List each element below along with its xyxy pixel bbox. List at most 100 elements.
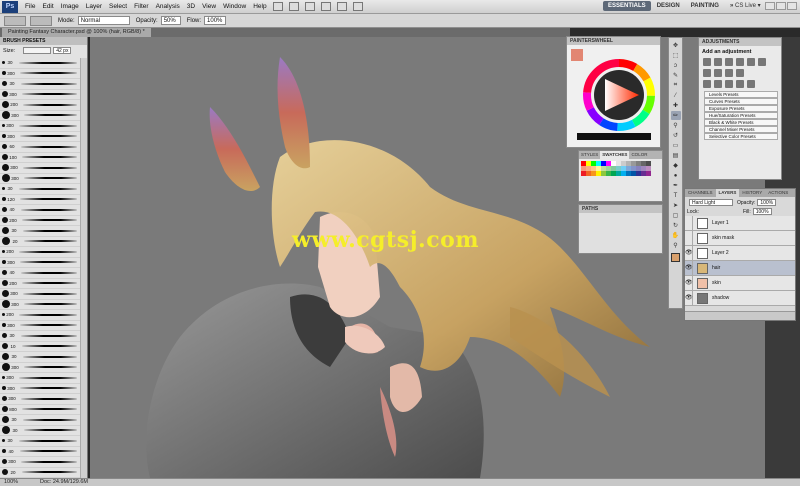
workspace-painting[interactable]: PAINTING <box>686 1 724 11</box>
layer-opacity-field[interactable]: 100% <box>757 199 777 206</box>
type-tool-icon[interactable]: T <box>671 191 681 200</box>
layers-footer-toolbar[interactable] <box>685 311 795 320</box>
brush-preset-row[interactable]: 30 <box>0 331 80 342</box>
hand-tool-icon[interactable] <box>320 2 331 11</box>
move-tool-icon[interactable]: ✥ <box>671 41 681 50</box>
dodge-tool-icon[interactable]: ● <box>671 171 681 180</box>
color-swatch[interactable] <box>646 171 651 176</box>
brush-preset-row[interactable]: 300 <box>0 111 80 121</box>
tool-preset-picker[interactable] <box>4 15 26 26</box>
eraser-tool-icon[interactable]: ▭ <box>671 141 681 150</box>
menu-image[interactable]: Image <box>61 3 79 10</box>
arrange-documents-icon[interactable] <box>352 2 363 11</box>
brush-preset-row[interactable]: 40 <box>0 447 80 457</box>
brush-preset-row[interactable]: 300 <box>0 457 80 468</box>
paths-title[interactable]: PATHS <box>579 205 662 213</box>
foreground-swatch[interactable] <box>571 49 583 61</box>
canvas[interactable]: www.cgtsj.com <box>90 37 765 478</box>
flow-field[interactable]: 100% <box>204 16 227 25</box>
brush-preset-row[interactable]: 200 <box>0 247 80 258</box>
rotate-view-icon[interactable] <box>336 2 347 11</box>
visibility-eye-icon[interactable]: 👁 <box>685 245 693 261</box>
layer-name[interactable]: Layer 2 <box>712 250 729 256</box>
brush-preset-row[interactable]: 300 <box>0 373 80 384</box>
tab-swatches[interactable]: SWATCHES <box>600 151 630 159</box>
healing-tool-icon[interactable]: ✚ <box>671 101 681 110</box>
brush-preset-row[interactable]: 300 <box>0 363 80 373</box>
brush-preset-row[interactable]: 20 <box>0 237 80 247</box>
brush-size-slider[interactable] <box>23 47 52 54</box>
layer-name[interactable]: skin mask <box>712 235 734 241</box>
mode-select[interactable]: Normal <box>77 16 130 25</box>
exposure-icon[interactable] <box>736 58 744 66</box>
foreground-color-icon[interactable] <box>671 253 680 262</box>
eyedropper-tool-icon[interactable]: ⁄ <box>671 91 681 100</box>
brush-preset-row[interactable]: 300 <box>0 174 80 184</box>
brush-preset-row[interactable]: 800 <box>0 405 80 415</box>
tab-styles[interactable]: STYLES <box>579 151 600 159</box>
lasso-tool-icon[interactable]: ↄ <box>671 61 681 70</box>
visibility-eye-icon[interactable] <box>685 230 693 246</box>
layer-name[interactable]: shadow <box>712 295 729 301</box>
minibridge-icon[interactable] <box>288 2 299 11</box>
tab-history[interactable]: HISTORY <box>739 189 765 197</box>
pen-tool-icon[interactable]: ✒ <box>671 181 681 190</box>
brush-preset-row[interactable]: 300 <box>0 90 80 100</box>
levels-icon[interactable] <box>714 58 722 66</box>
brush-preset-row[interactable]: 300 <box>0 289 80 300</box>
zoom-tool-icon[interactable]: ⚲ <box>671 241 681 250</box>
preset-exposure[interactable]: Exposure Presets <box>704 105 778 112</box>
close-button[interactable] <box>787 2 797 10</box>
menu-layer[interactable]: Layer <box>86 3 102 10</box>
brush-preset-row[interactable]: 200 <box>0 310 80 321</box>
vibrance-icon[interactable] <box>747 58 755 66</box>
brush-preset-row[interactable]: 10 <box>0 342 80 352</box>
color-balance-icon[interactable] <box>703 69 711 77</box>
brush-preset-row[interactable]: 300 <box>0 121 80 132</box>
menu-help[interactable]: Help <box>253 3 266 10</box>
posterize-icon[interactable] <box>714 80 722 88</box>
menu-view[interactable]: View <box>202 3 216 10</box>
cs-live-button[interactable]: CS Live ▾ <box>735 2 761 9</box>
brush-preset-row[interactable]: 30 <box>0 226 80 237</box>
brush-preset-row[interactable]: 200 <box>0 100 80 111</box>
menu-window[interactable]: Window <box>223 3 246 10</box>
brush-preset-row[interactable]: 30 <box>0 436 80 447</box>
brush-preset-row[interactable]: 300 <box>0 394 80 405</box>
workspace-essentials[interactable]: ESSENTIALS <box>603 1 651 11</box>
brush-preset-row[interactable]: 30 <box>0 415 80 426</box>
hue-saturation-icon[interactable] <box>758 58 766 66</box>
preset-levels[interactable]: Levels Presets <box>704 91 778 98</box>
brush-preset-row[interactable]: 300 <box>0 163 80 174</box>
brush-preset-row[interactable]: 60 <box>0 142 80 153</box>
brush-preset-row[interactable]: 200 <box>0 279 80 289</box>
preset-hue-saturation[interactable]: Hue/Saturation Presets <box>704 112 778 119</box>
tab-actions[interactable]: ACTIONS <box>765 189 791 197</box>
selective-color-icon[interactable] <box>747 80 755 88</box>
maximize-button[interactable] <box>776 2 786 10</box>
blur-tool-icon[interactable]: ◆ <box>671 161 681 170</box>
menu-3d[interactable]: 3D <box>187 3 195 10</box>
gradient-map-icon[interactable] <box>736 80 744 88</box>
hand-tool-icon[interactable]: ✋ <box>671 231 681 240</box>
curves-icon[interactable] <box>725 58 733 66</box>
brush-preset-row[interactable]: 300 <box>0 300 80 310</box>
clone-stamp-tool-icon[interactable]: ⚲ <box>671 121 681 130</box>
visibility-eye-icon[interactable]: 👁 <box>685 275 693 291</box>
bridge-icon[interactable] <box>272 2 283 11</box>
menu-analysis[interactable]: Analysis <box>156 3 180 10</box>
threshold-icon[interactable] <box>725 80 733 88</box>
gradient-tool-icon[interactable]: ▤ <box>671 151 681 160</box>
workspace-design[interactable]: DESIGN <box>652 1 685 11</box>
visibility-eye-icon[interactable]: 👁 <box>685 260 693 276</box>
black-white-icon[interactable] <box>714 69 722 77</box>
minimize-button[interactable] <box>765 2 775 10</box>
path-select-tool-icon[interactable]: ➤ <box>671 201 681 210</box>
brush-preset-row[interactable]: 40 <box>0 205 80 216</box>
document-tab[interactable]: Painting Fantasy Character.psd @ 100% (h… <box>2 28 151 37</box>
brush-preset-row[interactable]: 300 <box>0 258 80 268</box>
preset-selective-color[interactable]: Selective Color Presets <box>704 133 778 140</box>
marquee-tool-icon[interactable]: ⬚ <box>671 51 681 60</box>
layer-row[interactable]: Layer 1 <box>685 215 795 231</box>
menu-select[interactable]: Select <box>109 3 127 10</box>
